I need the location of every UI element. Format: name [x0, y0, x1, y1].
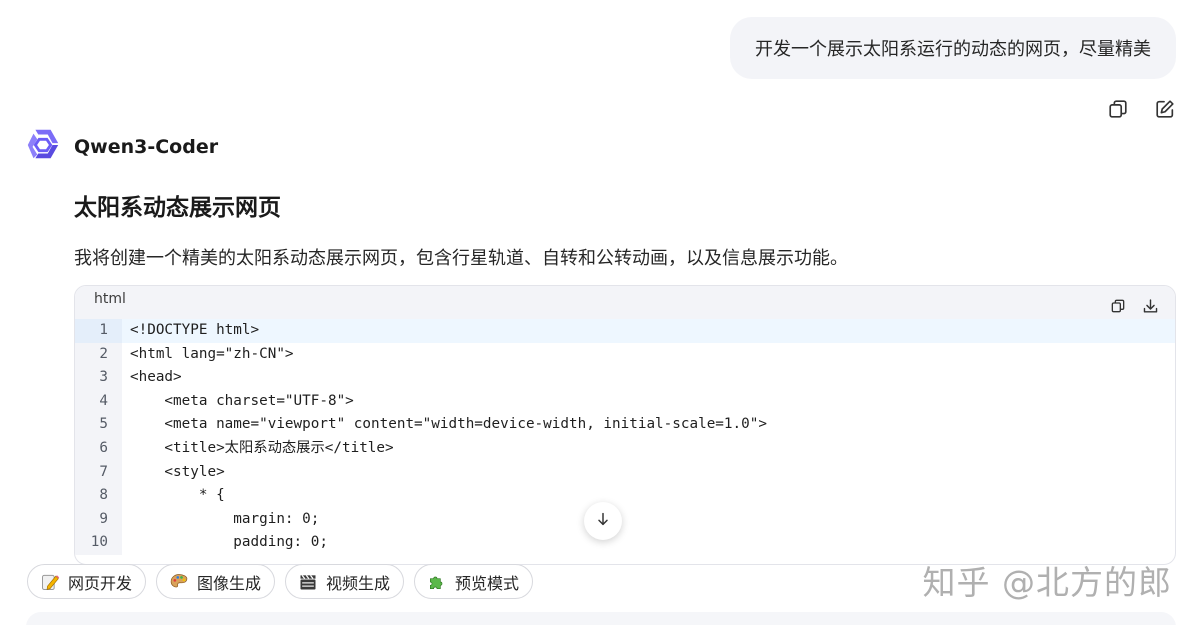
code-line: 7 <style>: [75, 460, 1175, 485]
feature-chips: 网页开发 图像生成 视频生成 预览模式: [27, 564, 534, 599]
copy-icon[interactable]: [1104, 95, 1131, 122]
line-number: 9: [75, 507, 122, 532]
code-block-header: html: [75, 286, 1175, 319]
reply-title: 太阳系动态展示网页: [74, 195, 281, 221]
qwen-logo-icon: [24, 126, 62, 168]
code-line: 10 padding: 0;: [75, 531, 1175, 555]
line-number: 3: [75, 366, 122, 390]
code-line: 3 <head>: [75, 366, 1175, 390]
reply-description: 我将创建一个精美的太阳系动态展示网页，包含行星轨道、自转和公转动画，以及信息展示…: [74, 248, 848, 269]
line-number: 7: [75, 460, 122, 485]
chat-input-area[interactable]: [26, 612, 1176, 625]
chip-label: 视频生成: [326, 573, 391, 593]
edit-icon[interactable]: [1151, 95, 1178, 122]
puzzle-icon: [426, 571, 448, 593]
chip-web-dev[interactable]: 网页开发: [27, 564, 147, 599]
line-number: 4: [75, 389, 122, 414]
watermark: 知乎 @北方的郎: [922, 563, 1172, 602]
code-text: margin: 0;: [130, 510, 320, 527]
line-number: 5: [75, 413, 122, 437]
assistant-name: Qwen3-Coder: [74, 136, 219, 158]
code-tools: [1109, 297, 1159, 315]
copy-icon[interactable]: [1109, 297, 1127, 315]
message-actions: [1104, 95, 1178, 122]
code-line: 8 * {: [75, 484, 1175, 508]
line-number: 10: [75, 531, 122, 555]
line-number: 8: [75, 484, 122, 508]
scroll-down-button[interactable]: [584, 502, 622, 540]
code-text: <meta name="viewport" content="width=dev…: [130, 416, 767, 433]
chip-label: 图像生成: [197, 573, 262, 593]
clapperboard-icon: [297, 571, 319, 593]
code-line: 2 <html lang="zh-CN">: [75, 342, 1175, 367]
palette-icon: [168, 571, 190, 593]
user-message-text: 开发一个展示太阳系运行的动态的网页，尽量精美: [755, 39, 1151, 60]
code-text: <!DOCTYPE html>: [130, 322, 260, 338]
code-text: <title>太阳系动态展示</title>: [130, 439, 394, 456]
line-number: 1: [75, 319, 122, 343]
code-text: <html lang="zh-CN">: [130, 345, 294, 362]
download-icon[interactable]: [1141, 297, 1159, 315]
chip-preview-mode[interactable]: 预览模式: [414, 564, 534, 599]
code-line: 1 <!DOCTYPE html>: [75, 319, 1175, 343]
code-text: * {: [130, 487, 225, 504]
arrow-down-icon: [595, 511, 611, 531]
code-text: <head>: [130, 369, 182, 386]
assistant-header: Qwen3-Coder: [24, 126, 218, 168]
line-number: 2: [75, 342, 122, 367]
chip-label: 网页开发: [68, 573, 133, 593]
user-message-bubble: 开发一个展示太阳系运行的动态的网页，尽量精美: [730, 17, 1176, 79]
chat-page: 开发一个展示太阳系运行的动态的网页，尽量精美 Qwen3-Coder 太阳系动态…: [0, 0, 1202, 625]
line-number: 6: [75, 436, 122, 461]
chip-video-gen[interactable]: 视频生成: [285, 564, 405, 599]
code-line: 9 margin: 0;: [75, 507, 1175, 532]
code-text: <style>: [130, 463, 225, 480]
pencil-icon: [39, 571, 61, 593]
code-language-label: html: [94, 291, 126, 307]
code-line: 5 <meta name="viewport" content="width=d…: [75, 413, 1175, 437]
code-block: html 1 <!DOCTYPE html> 2 <html lang="zh-…: [74, 285, 1176, 565]
code-text: padding: 0;: [130, 534, 328, 551]
code-line: 6 <title>太阳系动态展示</title>: [75, 436, 1175, 461]
chip-image-gen[interactable]: 图像生成: [156, 564, 276, 599]
code-text: <meta charset="UTF-8">: [130, 392, 354, 409]
code-body: 1 <!DOCTYPE html> 2 <html lang="zh-CN"> 3 <he…: [75, 319, 1175, 555]
code-line: 4 <meta charset="UTF-8">: [75, 389, 1175, 414]
chip-label: 预览模式: [455, 573, 520, 593]
